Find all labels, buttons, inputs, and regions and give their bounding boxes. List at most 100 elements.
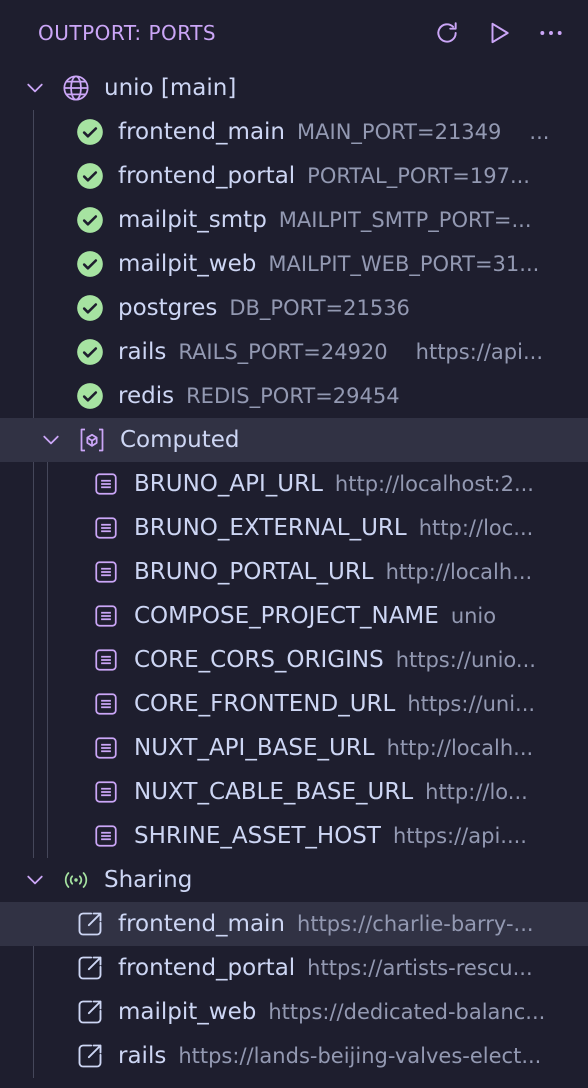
sharing-url[interactable]: https://charlie-barry-... <box>297 912 568 936</box>
computed-value: https://uni... <box>407 692 536 716</box>
sharing-label: Sharing <box>104 867 193 893</box>
computed-row[interactable]: SHRINE_ASSET_HOST https://api.... <box>0 814 588 858</box>
check-circle-icon <box>76 206 104 234</box>
chevron-down-icon[interactable] <box>26 871 44 889</box>
computed-value: unio <box>450 604 497 628</box>
service-port: MAILPIT_SMTP_PORT=... <box>278 208 532 232</box>
refresh-icon[interactable] <box>434 20 460 46</box>
list-icon <box>92 470 120 498</box>
list-icon <box>92 602 120 630</box>
check-circle-icon <box>76 338 104 366</box>
sharing-name: frontend_portal <box>118 955 296 981</box>
service-row[interactable]: frontend_portal PORTAL_PORT=197... <box>0 154 588 198</box>
computed-value: https://api.... <box>392 824 527 848</box>
computed-name: CORE_FRONTEND_URL <box>134 691 396 717</box>
computed-name: COMPOSE_PROJECT_NAME <box>134 603 439 629</box>
check-circle-icon <box>76 162 104 190</box>
sharing-row[interactable]: frontend_main https://charlie-barry-... <box>0 902 588 946</box>
sharing-url[interactable]: https://dedicated-balanc... <box>268 1000 568 1024</box>
computed-value: http://lo... <box>425 780 528 804</box>
service-url[interactable]: https://api... <box>416 340 568 364</box>
globe-icon <box>62 74 90 102</box>
list-icon <box>92 558 120 586</box>
list-icon <box>92 514 120 542</box>
computed-value: http://localhost:2... <box>334 472 534 496</box>
sharing-name: frontend_main <box>118 911 286 937</box>
sharing-group: frontend_main https://charlie-barry-... … <box>0 902 588 1078</box>
service-port: MAIN_PORT=21349 <box>297 120 502 144</box>
computed-row[interactable]: NUXT_API_BASE_URL http://localh... <box>0 726 588 770</box>
service-name: redis <box>118 383 175 409</box>
sharing-name: mailpit_web <box>118 999 257 1025</box>
services-group: frontend_main MAIN_PORT=21349 ... fronte… <box>0 110 588 858</box>
service-name: rails <box>118 339 167 365</box>
list-icon <box>92 822 120 850</box>
computed-group: BRUNO_API_URL http://localhost:2... BRUN… <box>0 462 588 858</box>
check-circle-icon <box>76 382 104 410</box>
computed-name: SHRINE_ASSET_HOST <box>134 823 381 849</box>
header-actions <box>434 20 564 46</box>
more-actions-icon[interactable] <box>538 20 564 46</box>
outport-ports-panel: OUTPORT: PORTS unio [main] frontend_main… <box>0 0 588 1088</box>
external-link-icon[interactable] <box>76 998 104 1026</box>
check-circle-icon <box>76 250 104 278</box>
computed-value: http://loc... <box>418 516 534 540</box>
sharing-url[interactable]: https://lands-beijing-valves-elect... <box>178 1044 568 1068</box>
computed-label: Computed <box>120 427 240 453</box>
computed-row[interactable]: BRUNO_EXTERNAL_URL http://loc... <box>0 506 588 550</box>
service-row[interactable]: rails RAILS_PORT=24920 https://api... <box>0 330 588 374</box>
computed-row[interactable]: CORE_CORS_ORIGINS https://unio... <box>0 638 588 682</box>
variable-icon <box>78 426 106 454</box>
service-name: mailpit_smtp <box>118 207 267 233</box>
service-row[interactable]: frontend_main MAIN_PORT=21349 ... <box>0 110 588 154</box>
computed-value: http://localh... <box>386 736 534 760</box>
chevron-down-icon[interactable] <box>42 431 60 449</box>
service-port: REDIS_PORT=29454 <box>186 384 400 408</box>
external-link-icon[interactable] <box>76 954 104 982</box>
computed-value: http://localh... <box>385 560 533 584</box>
service-name: mailpit_web <box>118 251 257 277</box>
service-row[interactable]: postgres DB_PORT=21536 <box>0 286 588 330</box>
computed-value: https://unio... <box>395 648 536 672</box>
service-row[interactable]: mailpit_web MAILPIT_WEB_PORT=31... <box>0 242 588 286</box>
list-icon <box>92 734 120 762</box>
project-label: unio [main] <box>104 75 237 101</box>
sharing-url[interactable]: https://artists-rescu... <box>307 956 568 980</box>
list-icon <box>92 690 120 718</box>
external-link-icon[interactable] <box>76 1042 104 1070</box>
sharing-name: rails <box>118 1043 167 1069</box>
sharing-node[interactable]: Sharing <box>0 858 588 902</box>
service-name: postgres <box>118 295 218 321</box>
chevron-down-icon[interactable] <box>26 79 44 97</box>
computed-name: NUXT_API_BASE_URL <box>134 735 375 761</box>
computed-row[interactable]: NUXT_CABLE_BASE_URL http://lo... <box>0 770 588 814</box>
list-icon <box>92 778 120 806</box>
sharing-row[interactable]: mailpit_web https://dedicated-balanc... <box>0 990 588 1034</box>
service-port: DB_PORT=21536 <box>229 296 410 320</box>
service-row[interactable]: redis REDIS_PORT=29454 <box>0 374 588 418</box>
list-icon <box>92 646 120 674</box>
service-port: RAILS_PORT=24920 <box>178 340 388 364</box>
computed-node[interactable]: Computed <box>0 418 588 462</box>
computed-row[interactable]: BRUNO_API_URL http://localhost:2... <box>0 462 588 506</box>
panel-title: OUTPORT: PORTS <box>38 21 217 45</box>
sharing-row[interactable]: rails https://lands-beijing-valves-elect… <box>0 1034 588 1078</box>
computed-name: NUXT_CABLE_BASE_URL <box>134 779 414 805</box>
service-name: frontend_main <box>118 119 286 145</box>
computed-row[interactable]: COMPOSE_PROJECT_NAME unio <box>0 594 588 638</box>
broadcast-icon <box>62 866 90 894</box>
computed-name: BRUNO_EXTERNAL_URL <box>134 515 407 541</box>
computed-row[interactable]: CORE_FRONTEND_URL https://uni... <box>0 682 588 726</box>
project-node[interactable]: unio [main] <box>0 66 588 110</box>
check-circle-icon <box>76 118 104 146</box>
check-circle-icon <box>76 294 104 322</box>
service-row[interactable]: mailpit_smtp MAILPIT_SMTP_PORT=... <box>0 198 588 242</box>
run-icon[interactable] <box>486 20 512 46</box>
computed-name: BRUNO_API_URL <box>134 471 323 497</box>
external-link-icon[interactable] <box>76 910 104 938</box>
computed-row[interactable]: BRUNO_PORTAL_URL http://localh... <box>0 550 588 594</box>
service-url: ... <box>529 120 550 144</box>
panel-header: OUTPORT: PORTS <box>0 0 588 66</box>
service-port: PORTAL_PORT=197... <box>307 164 530 188</box>
sharing-row[interactable]: frontend_portal https://artists-rescu... <box>0 946 588 990</box>
